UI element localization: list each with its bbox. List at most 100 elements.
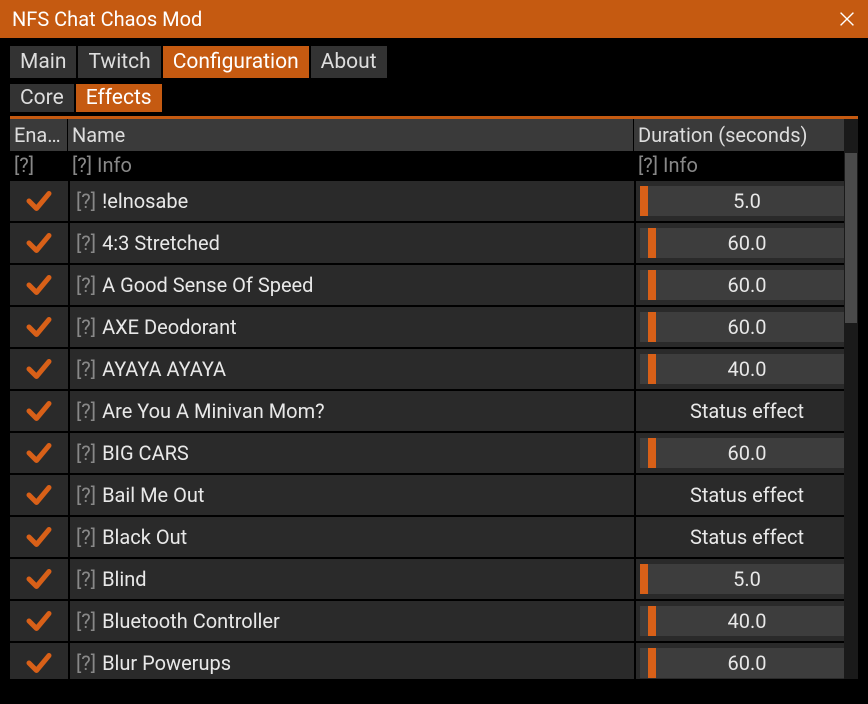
help-icon[interactable]: [?] bbox=[76, 399, 96, 423]
help-icon[interactable]: [?] bbox=[76, 273, 96, 297]
enable-checkbox[interactable] bbox=[10, 517, 68, 557]
enable-checkbox[interactable] bbox=[10, 643, 68, 679]
check-icon bbox=[24, 480, 54, 510]
help-icon[interactable]: [?] bbox=[76, 357, 96, 381]
effect-name: !elnosabe bbox=[102, 189, 188, 213]
titlebar: NFS Chat Chaos Mod bbox=[0, 0, 868, 38]
sub-tabbar: CoreEffects bbox=[10, 84, 858, 112]
duration-value: 60.0 bbox=[728, 231, 767, 255]
status-label: Status effect bbox=[690, 483, 804, 507]
tab-twitch[interactable]: Twitch bbox=[78, 46, 160, 78]
duration-slider[interactable]: 40.0 bbox=[640, 606, 854, 636]
enable-checkbox[interactable] bbox=[10, 559, 68, 599]
name-cell: [?]Bluetooth Controller bbox=[70, 601, 634, 641]
filter-name[interactable]: [?] Info bbox=[68, 151, 634, 179]
duration-cell: 60.0 bbox=[636, 223, 858, 263]
table-row: [?]Blur Powerups 60.0 bbox=[10, 643, 858, 679]
filter-enabled[interactable]: [?] bbox=[10, 151, 68, 179]
duration-value: 60.0 bbox=[728, 273, 767, 297]
slider-handle[interactable] bbox=[648, 648, 656, 678]
name-cell: [?]Blur Powerups bbox=[70, 643, 634, 679]
tab-main[interactable]: Main bbox=[10, 46, 76, 78]
check-icon bbox=[24, 564, 54, 594]
duration-cell: 60.0 bbox=[636, 433, 858, 473]
enable-checkbox[interactable] bbox=[10, 475, 68, 515]
duration-slider[interactable]: 60.0 bbox=[640, 648, 854, 678]
help-icon[interactable]: [?] bbox=[76, 315, 96, 339]
close-icon[interactable] bbox=[836, 8, 858, 30]
duration-cell: Status effect bbox=[636, 517, 858, 557]
check-icon bbox=[24, 438, 54, 468]
name-cell: [?] Are You A Minivan Mom? bbox=[70, 391, 634, 431]
col-header-name[interactable]: Name bbox=[68, 119, 634, 151]
check-icon bbox=[24, 354, 54, 384]
subtab-core[interactable]: Core bbox=[10, 84, 74, 112]
filter-duration[interactable]: [?] Info bbox=[634, 151, 858, 179]
duration-cell: 40.0 bbox=[636, 601, 858, 641]
slider-handle[interactable] bbox=[648, 354, 656, 384]
table-row: [?] !elnosabe 5.0 bbox=[10, 181, 858, 221]
enable-checkbox[interactable] bbox=[10, 307, 68, 347]
check-icon bbox=[24, 648, 54, 678]
duration-value: 60.0 bbox=[728, 315, 767, 339]
duration-value: 60.0 bbox=[728, 651, 767, 675]
name-cell: [?] AXE Deodorant bbox=[70, 307, 634, 347]
table-row: [?]Bluetooth Controller40.0 bbox=[10, 601, 858, 641]
slider-handle[interactable] bbox=[648, 228, 656, 258]
duration-slider[interactable]: 5.0 bbox=[640, 564, 854, 594]
effect-name: Are You A Minivan Mom? bbox=[102, 399, 325, 423]
subtab-effects[interactable]: Effects bbox=[76, 84, 162, 112]
enable-checkbox[interactable] bbox=[10, 433, 68, 473]
enable-checkbox[interactable] bbox=[10, 265, 68, 305]
col-header-duration[interactable]: Duration (seconds) bbox=[634, 119, 858, 151]
duration-value: 40.0 bbox=[728, 357, 767, 381]
enable-checkbox[interactable] bbox=[10, 601, 68, 641]
duration-cell: 5.0 bbox=[636, 181, 858, 221]
duration-slider[interactable]: 40.0 bbox=[640, 354, 854, 384]
help-icon[interactable]: [?] bbox=[76, 609, 96, 633]
help-icon[interactable]: [?] bbox=[76, 441, 96, 465]
check-icon bbox=[24, 606, 54, 636]
effect-name: AXE Deodorant bbox=[102, 315, 237, 339]
help-icon[interactable]: [?] bbox=[76, 231, 96, 255]
help-icon[interactable]: [?] bbox=[76, 483, 96, 507]
name-cell: [?] A Good Sense Of Speed bbox=[70, 265, 634, 305]
status-label: Status effect bbox=[690, 399, 804, 423]
scrollbar-thumb[interactable] bbox=[845, 153, 857, 323]
slider-handle[interactable] bbox=[648, 312, 656, 342]
enable-checkbox[interactable] bbox=[10, 181, 68, 221]
duration-slider[interactable]: 60.0 bbox=[640, 228, 854, 258]
slider-handle[interactable] bbox=[648, 270, 656, 300]
duration-slider[interactable]: 60.0 bbox=[640, 438, 854, 468]
duration-cell: 5.0 bbox=[636, 559, 858, 599]
effect-name: A Good Sense Of Speed bbox=[102, 273, 313, 297]
duration-cell: 60.0 bbox=[636, 265, 858, 305]
duration-slider[interactable]: 60.0 bbox=[640, 270, 854, 300]
enable-checkbox[interactable] bbox=[10, 223, 68, 263]
table-row: [?]Blind5.0 bbox=[10, 559, 858, 599]
check-icon bbox=[24, 228, 54, 258]
duration-value: 5.0 bbox=[733, 189, 761, 213]
effect-name: BIG CARS bbox=[102, 441, 189, 465]
duration-cell: 60.0 bbox=[636, 643, 858, 679]
help-icon[interactable]: [?] bbox=[76, 567, 96, 591]
slider-handle[interactable] bbox=[640, 186, 648, 216]
name-cell: [?] !elnosabe bbox=[70, 181, 634, 221]
slider-handle[interactable] bbox=[648, 606, 656, 636]
slider-handle[interactable] bbox=[640, 564, 648, 594]
duration-slider[interactable]: 60.0 bbox=[640, 312, 854, 342]
enable-checkbox[interactable] bbox=[10, 349, 68, 389]
scrollbar[interactable] bbox=[844, 119, 858, 679]
help-icon[interactable]: [?] bbox=[76, 189, 96, 213]
help-icon[interactable]: [?] bbox=[76, 651, 96, 675]
duration-slider[interactable]: 5.0 bbox=[640, 186, 854, 216]
duration-cell: Status effect bbox=[636, 391, 858, 431]
col-header-enabled[interactable]: Ena… bbox=[10, 119, 68, 151]
slider-handle[interactable] bbox=[648, 438, 656, 468]
tab-about[interactable]: About bbox=[311, 46, 387, 78]
help-icon[interactable]: [?] bbox=[76, 525, 96, 549]
tab-configuration[interactable]: Configuration bbox=[163, 46, 309, 78]
check-icon bbox=[24, 522, 54, 552]
enable-checkbox[interactable] bbox=[10, 391, 68, 431]
duration-value: 5.0 bbox=[733, 567, 761, 591]
